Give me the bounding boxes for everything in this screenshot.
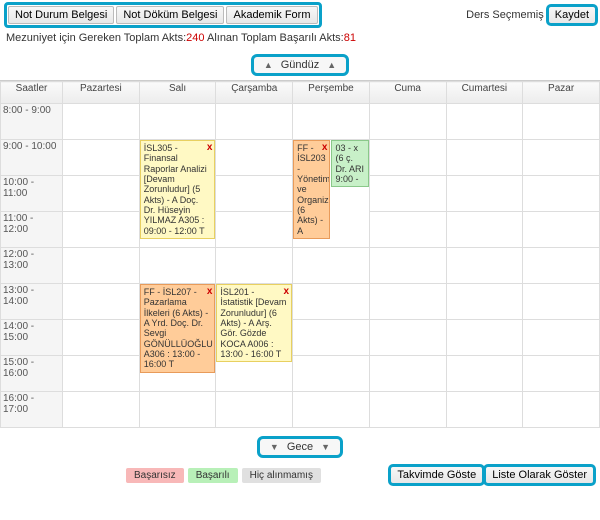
legend: Başarısız Başarılı Hiç alınmamış (126, 468, 321, 483)
not-dokum-button[interactable]: Not Döküm Belgesi (116, 6, 224, 24)
not-durum-button[interactable]: Not Durum Belgesi (8, 6, 114, 24)
takvimde-goster-button[interactable]: Takvimde Göste (390, 466, 483, 484)
course-text: İSL201 - İstatistik [Devam Zorunludur] (… (220, 287, 286, 359)
course-block-isl201[interactable]: x İSL201 - İstatistik [Devam Zorunludur]… (216, 284, 292, 362)
close-icon[interactable]: x (322, 142, 328, 154)
hour-cell: 12:00 - 13:00 (1, 248, 63, 284)
triangle-up-icon: ▲ (264, 60, 273, 70)
col-saatler: Saatler (1, 82, 63, 104)
course-text: FF - İSL203 - Yönetim ve Organiz (6 Akts… (297, 143, 330, 236)
selection-status-label: Ders Seçmemiş (466, 9, 544, 21)
course-block-overlap[interactable]: 03 - x (6 ç. Dr. ARI 9:00 - (331, 140, 368, 187)
col-sali: Salı (139, 82, 216, 104)
triangle-up-icon: ▲ (327, 60, 336, 70)
course-block-isl305[interactable]: x İSL305 - Finansal Raporlar Analizi [De… (140, 140, 216, 239)
legend-none: Hiç alınmamış (242, 468, 321, 483)
hour-cell: 14:00 - 15:00 (1, 320, 63, 356)
close-icon[interactable]: x (284, 286, 290, 298)
gece-label: Gece (287, 441, 313, 453)
col-cuma: Cuma (369, 82, 446, 104)
col-carsamba: Çarşamba (216, 82, 293, 104)
course-text: 03 - x (6 ç. Dr. ARI 9:00 - (335, 143, 364, 184)
hour-cell: 16:00 - 17:00 (1, 392, 63, 428)
hour-cell: 10:00 - 11:00 (1, 176, 63, 212)
hour-cell: 13:00 - 14:00 (1, 284, 63, 320)
course-block-isl203[interactable]: x FF - İSL203 - Yönetim ve Organiz (6 Ak… (293, 140, 330, 239)
col-pazar: Pazar (523, 82, 600, 104)
close-icon[interactable]: x (207, 286, 213, 298)
col-cumartesi: Cumartesi (446, 82, 523, 104)
col-persembe: Perşembe (293, 82, 370, 104)
doc-buttons-group: Not Durum Belgesi Not Döküm Belgesi Akad… (4, 2, 322, 28)
akademik-form-button[interactable]: Akademik Form (226, 6, 317, 24)
gece-section-toggle[interactable]: ▼ Gece ▼ (257, 436, 343, 458)
liste-olarak-goster-button[interactable]: Liste Olarak Göster (485, 466, 594, 484)
triangle-down-icon: ▼ (321, 442, 330, 452)
course-block-isl207[interactable]: x FF - İSL207 - Pazarlama İlkeleri (6 Ak… (140, 284, 216, 373)
hour-cell: 8:00 - 9:00 (1, 104, 63, 140)
col-pazartesi: Pazartesi (63, 82, 140, 104)
hour-cell: 11:00 - 12:00 (1, 212, 63, 248)
course-text: İSL305 - Finansal Raporlar Analizi [Deva… (144, 143, 207, 236)
triangle-down-icon: ▼ (270, 442, 279, 452)
course-text: FF - İSL207 - Pazarlama İlkeleri (6 Akts… (144, 287, 213, 369)
schedule-table: Saatler Pazartesi Salı Çarşamba Perşembe… (0, 80, 600, 428)
gunduz-section-toggle[interactable]: ▲ Gündüz ▲ (251, 54, 349, 76)
legend-pass: Başarılı (188, 468, 238, 483)
legend-fail: Başarısız (126, 468, 184, 483)
hour-cell: 15:00 - 16:00 (1, 356, 63, 392)
hour-cell: 9:00 - 10:00 (1, 140, 63, 176)
close-icon[interactable]: x (207, 142, 213, 154)
kaydet-button[interactable]: Kaydet (548, 6, 596, 24)
akts-status: Mezuniyet için Gereken Toplam Akts:240 A… (0, 30, 600, 46)
gunduz-label: Gündüz (281, 59, 320, 71)
